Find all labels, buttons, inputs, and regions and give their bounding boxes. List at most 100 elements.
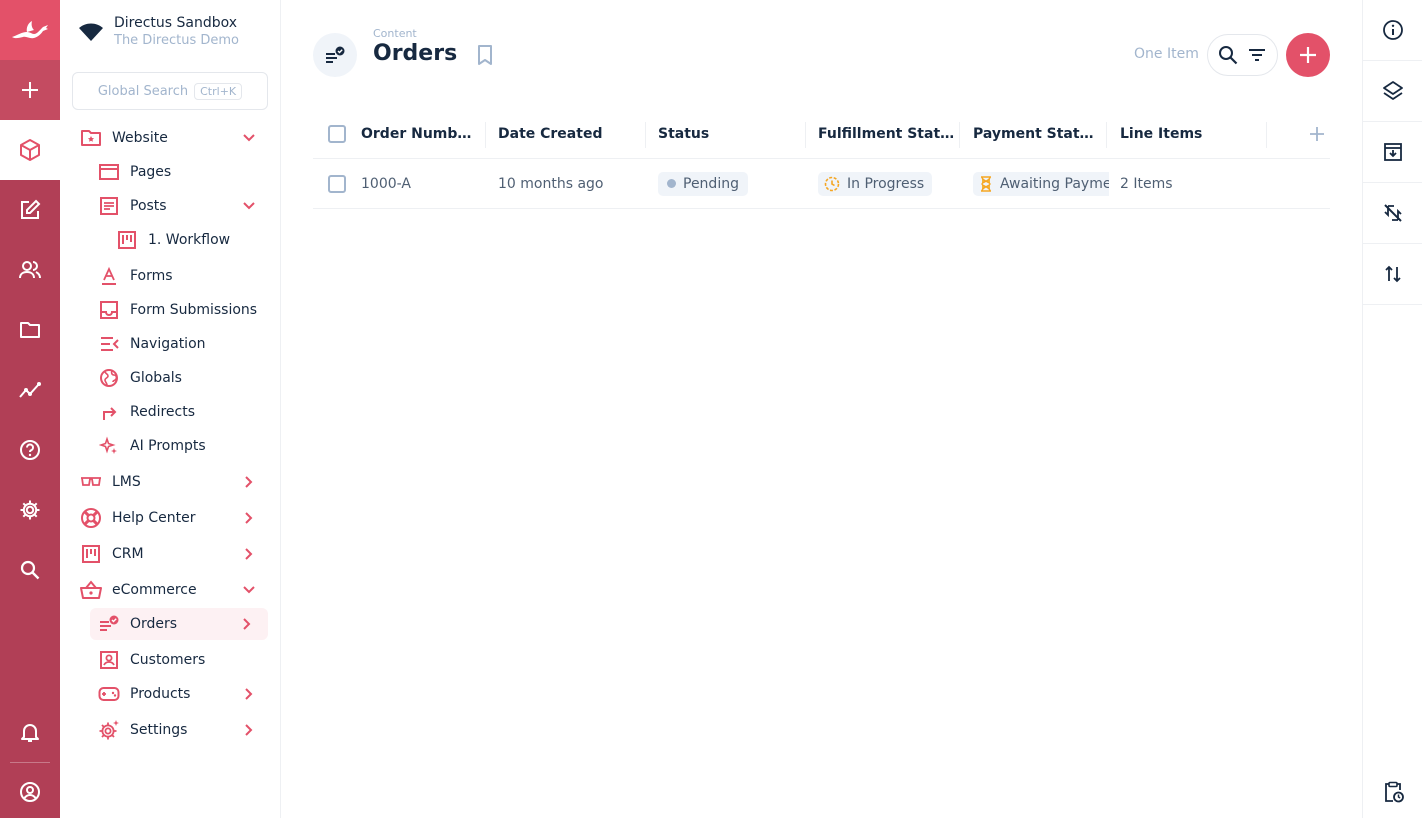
nav-item-label: Navigation [130,336,206,352]
plus-icon [1300,47,1316,63]
collection-icon-badge [313,33,357,77]
turn-right-icon [103,407,117,420]
sidebar-archive-button[interactable] [1363,122,1422,183]
project-name: Directus Sandbox [114,15,238,31]
cell-fulfillment-status: In Progress [818,159,958,208]
nav-item-label: Pages [130,164,172,180]
column-header-payment-status[interactable]: Payment Stat… [973,110,1103,158]
filter-button[interactable] [1246,44,1268,66]
nav-item-crm[interactable]: CRM [80,539,260,569]
directus-logo[interactable] [0,0,60,60]
chevron-right-icon [245,548,253,560]
column-header-order-number[interactable]: Order Numb… [361,110,483,158]
nav-item-website[interactable]: Website [80,123,260,153]
notifications-button[interactable] [0,702,60,762]
nav-item-form-submissions[interactable]: Form Submissions [98,295,260,325]
nav-item-customers[interactable]: Customers [98,645,260,675]
sidebar-activity-button[interactable] [1363,761,1422,818]
sidebar-layout-button[interactable] [1363,61,1422,122]
lifebuoy-icon [81,508,101,528]
nav-item-orders[interactable]: Orders [90,608,268,640]
users-icon [19,261,41,279]
nav-item-navigation[interactable]: Navigation [98,329,260,359]
column-header-status[interactable]: Status [658,110,803,158]
folder-star-icon [81,130,101,146]
nav-item-label: Orders [130,616,178,632]
nav-item-posts[interactable]: Posts [98,191,260,221]
nav-item-redirects[interactable]: Redirects [98,397,260,427]
shopping-basket-icon [80,580,102,599]
search-button[interactable] [1217,44,1239,66]
module-visual-editor[interactable] [0,180,60,240]
gear-sparkle-icon [99,720,119,740]
article-icon [100,197,118,215]
module-users[interactable] [0,240,60,300]
column-resizer[interactable] [1106,122,1107,148]
plus-icon [22,82,38,98]
add-field-button[interactable] [1306,110,1328,158]
nav-item-label: Settings [130,722,188,738]
nav-item-ecommerce[interactable]: eCommerce [80,575,260,605]
search-filter-group [1207,34,1278,76]
breadcrumb[interactable]: Content [373,27,417,40]
nav-item-label: Forms [130,268,173,284]
module-files[interactable] [0,300,60,360]
bookmark-button[interactable] [475,44,495,66]
nav-item-label: Globals [130,370,182,386]
search-icon [20,560,40,580]
nav-item-label: Help Center [112,510,196,526]
module-help[interactable] [0,420,60,480]
global-search[interactable]: Global Search Ctrl+K [72,72,268,110]
global-search-placeholder: Global Search [97,83,189,99]
column-header-date-created[interactable]: Date Created [498,110,643,158]
nav-item-pages[interactable]: Pages [98,157,260,187]
rabbit-logo-icon [12,21,48,39]
nav-item-products[interactable]: Products [98,679,260,709]
nav-item-forms[interactable]: Forms [98,261,260,291]
module-settings[interactable] [0,480,60,540]
column-resizer[interactable] [959,122,960,148]
sync-disabled-icon [1384,204,1402,222]
nav-item-lms[interactable]: LMS [80,467,260,497]
column-header-line-items[interactable]: Line Items [1120,110,1260,158]
bell-icon [21,724,39,742]
sidebar-info-button[interactable] [1363,0,1422,61]
chevron-down-icon [243,202,255,210]
nav-item-globals[interactable]: Globals [98,363,260,393]
gear-icon [20,500,40,520]
globe-icon [100,369,118,387]
search-icon [1219,46,1238,65]
nav-item-help-center[interactable]: Help Center [80,503,260,533]
module-content[interactable] [0,120,60,180]
nav-item-settings[interactable]: Settings [98,715,260,745]
hourglass-icon [981,175,991,192]
module-insights[interactable] [0,360,60,420]
column-resizer[interactable] [645,122,646,148]
select-all-checkbox[interactable] [328,110,348,158]
column-resizer[interactable] [485,122,486,148]
payment-badge: Awaiting Paymen [973,171,1109,196]
wifi-icon [79,23,103,41]
cell-payment-status: Awaiting Paymen [973,159,1109,208]
module-search[interactable] [0,540,60,600]
project-info[interactable]: Directus Sandbox The Directus Demo [78,12,239,52]
chevron-right-icon [245,688,253,700]
sidebar-sync-button[interactable] [1363,183,1422,244]
progress-clock-icon [824,176,840,191]
cell-date-created: 10 months ago [498,175,604,192]
row-checkbox[interactable] [328,159,348,208]
nav-item-label: 1. Workflow [148,232,231,248]
user-profile-button[interactable] [0,762,60,818]
layers-icon [1383,81,1403,100]
checklist-icon [100,615,119,631]
column-resizer[interactable] [805,122,806,148]
swap-vertical-icon [1385,265,1401,283]
nav-item-ai-prompts[interactable]: AI Prompts [98,431,260,461]
sidebar-import-export-button[interactable] [1363,244,1422,305]
table-row[interactable]: 1000-A 10 months ago Pending In Progress… [313,159,1330,209]
create-item-button[interactable] [1286,33,1330,77]
create-project-button[interactable] [0,60,60,120]
column-resizer[interactable] [1266,122,1267,148]
column-header-fulfillment-status[interactable]: Fulfillment Stat… [818,110,958,158]
nav-item-workflow[interactable]: 1. Workflow [116,225,260,255]
